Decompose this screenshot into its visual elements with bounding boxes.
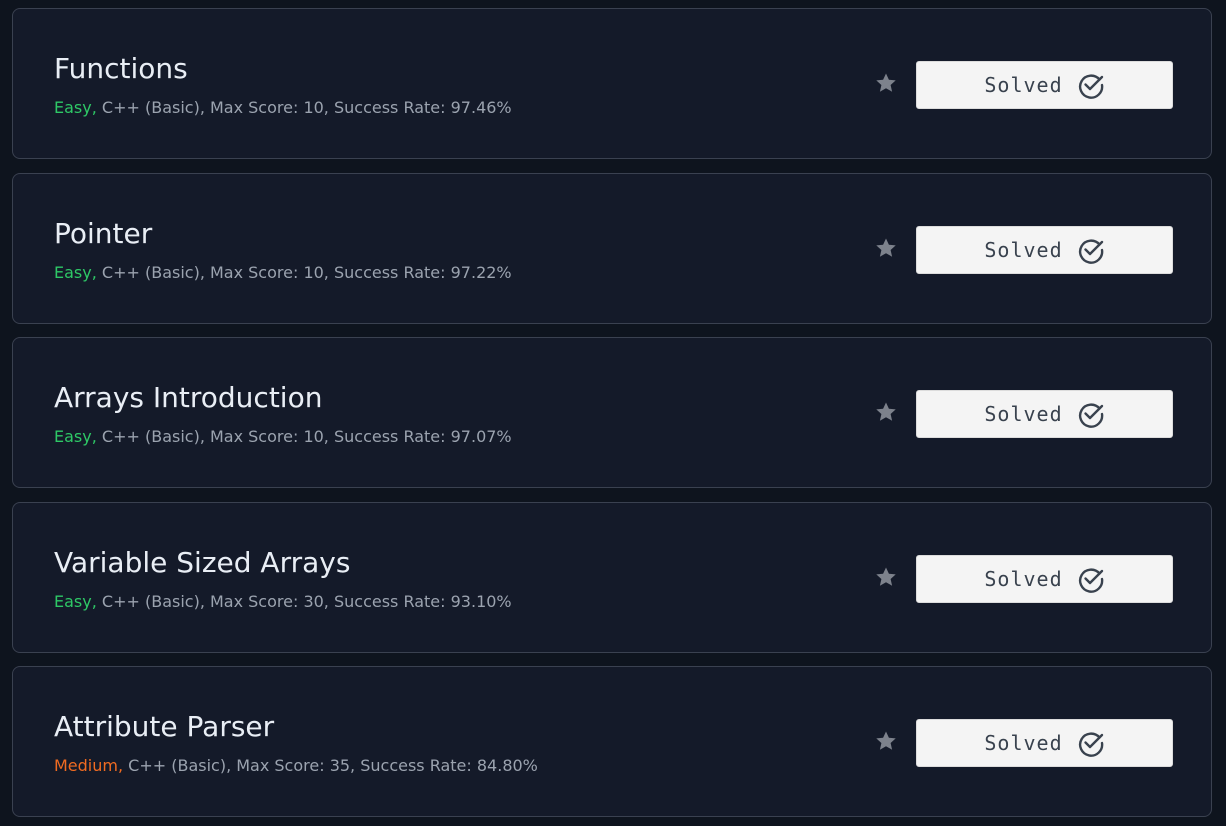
solved-button[interactable]: Solved (916, 719, 1173, 767)
solved-button[interactable]: Solved (916, 61, 1173, 109)
challenge-card[interactable]: Functions Easy, C++ (Basic), Max Score: … (12, 8, 1212, 159)
challenge-title[interactable]: Functions (54, 51, 188, 87)
check-circle-icon (1078, 74, 1103, 99)
check-circle-icon (1078, 403, 1103, 428)
star-icon[interactable] (874, 729, 898, 753)
challenge-meta: Easy, C++ (Basic), Max Score: 30, Succes… (54, 592, 512, 612)
challenge-card[interactable]: Arrays Introduction Easy, C++ (Basic), M… (12, 337, 1212, 488)
solved-label: Solved (984, 238, 1063, 262)
challenge-card[interactable]: Variable Sized Arrays Easy, C++ (Basic),… (12, 502, 1212, 653)
challenge-title[interactable]: Pointer (54, 216, 152, 252)
solved-button[interactable]: Solved (916, 226, 1173, 274)
solved-button[interactable]: Solved (916, 390, 1173, 438)
solved-label: Solved (984, 402, 1063, 426)
check-circle-icon (1078, 239, 1103, 264)
challenge-details: C++ (Basic), Max Score: 10, Success Rate… (96, 427, 512, 446)
challenge-title[interactable]: Attribute Parser (54, 709, 274, 745)
difficulty-label: Easy, (54, 263, 97, 282)
star-icon[interactable] (874, 236, 898, 260)
difficulty-label: Medium, (54, 756, 124, 775)
challenge-details: C++ (Basic), Max Score: 10, Success Rate… (96, 263, 512, 282)
solved-label: Solved (984, 731, 1063, 755)
challenge-title[interactable]: Arrays Introduction (54, 380, 322, 416)
challenge-details: C++ (Basic), Max Score: 35, Success Rate… (123, 756, 538, 775)
check-circle-icon (1078, 568, 1103, 593)
challenge-details: C++ (Basic), Max Score: 10, Success Rate… (96, 98, 512, 117)
star-icon[interactable] (874, 565, 898, 589)
star-icon[interactable] (874, 71, 898, 95)
challenge-meta: Medium, C++ (Basic), Max Score: 35, Succ… (54, 756, 538, 776)
solved-button[interactable]: Solved (916, 555, 1173, 603)
difficulty-label: Easy, (54, 98, 97, 117)
star-icon[interactable] (874, 400, 898, 424)
challenge-card[interactable]: Pointer Easy, C++ (Basic), Max Score: 10… (12, 173, 1212, 324)
challenge-meta: Easy, C++ (Basic), Max Score: 10, Succes… (54, 427, 512, 447)
challenge-list: Functions Easy, C++ (Basic), Max Score: … (0, 0, 1226, 826)
challenge-meta: Easy, C++ (Basic), Max Score: 10, Succes… (54, 263, 512, 283)
challenge-title[interactable]: Variable Sized Arrays (54, 545, 350, 581)
challenge-card[interactable]: Attribute Parser Medium, C++ (Basic), Ma… (12, 666, 1212, 817)
solved-label: Solved (984, 73, 1063, 97)
check-circle-icon (1078, 732, 1103, 757)
difficulty-label: Easy, (54, 427, 97, 446)
solved-label: Solved (984, 567, 1063, 591)
challenge-meta: Easy, C++ (Basic), Max Score: 10, Succes… (54, 98, 512, 118)
challenge-details: C++ (Basic), Max Score: 30, Success Rate… (96, 592, 512, 611)
difficulty-label: Easy, (54, 592, 97, 611)
